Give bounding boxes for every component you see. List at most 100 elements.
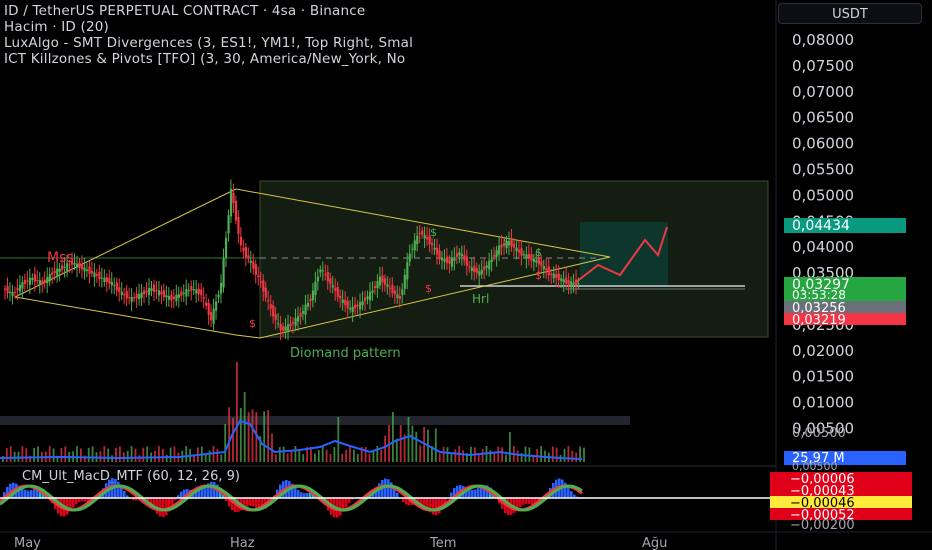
candle-body	[222, 258, 225, 288]
candle-body	[443, 258, 446, 262]
candle-body	[359, 302, 362, 310]
candle-body	[463, 254, 466, 261]
volume-bar	[329, 453, 332, 462]
candle-body	[376, 281, 379, 289]
volume-bar	[384, 435, 386, 462]
candle-body	[237, 217, 240, 234]
smt-indicator-label[interactable]: LuxAlgo - SMT Divergences (3, ES1!, YM1!…	[4, 35, 413, 51]
volume-bar	[411, 425, 414, 462]
candle-body	[259, 281, 262, 283]
candle-body	[272, 305, 275, 317]
volume-bar	[173, 446, 176, 462]
oscillator-label: CM_Ult_MacD_MTF (60, 12, 26, 9)	[22, 469, 240, 484]
candle-body	[510, 238, 513, 247]
candle-body	[13, 291, 17, 293]
candle-body	[58, 268, 61, 272]
candle-body	[110, 281, 113, 286]
volume-bar	[76, 446, 78, 462]
candle-body	[95, 274, 99, 276]
target-price-tag: 0,04434	[792, 218, 850, 234]
candle-body	[421, 230, 424, 235]
candle-body	[440, 257, 444, 261]
candle-body	[480, 269, 483, 275]
chart-title[interactable]: ID / TetherUS PERPETUAL CONTRACT · 4sa ·…	[4, 3, 365, 19]
candle-body	[242, 247, 245, 251]
oscillator-bar	[117, 481, 120, 498]
volume-bar	[493, 453, 496, 462]
candle-body	[401, 289, 404, 295]
candle-body	[16, 287, 19, 291]
price-scale-label: 0,01500	[792, 368, 854, 386]
oscillator-bar	[213, 482, 216, 498]
candle-body	[411, 248, 414, 250]
candle-body	[56, 268, 59, 276]
price-scale-label: 0,06500	[792, 109, 854, 127]
candle-body	[371, 290, 374, 293]
volume-bar	[407, 417, 410, 462]
candle-body	[468, 266, 471, 268]
time-label-haz: Haz	[230, 536, 255, 550]
candle-body	[577, 283, 580, 285]
volume-bar	[395, 438, 398, 462]
candle-body	[381, 275, 384, 283]
candle-body	[274, 314, 277, 320]
candle-body	[287, 324, 290, 331]
candle-body	[408, 253, 411, 262]
candle-body	[135, 294, 138, 299]
volume-indicator-label[interactable]: Hacim · ID (20)	[4, 19, 109, 35]
candle-body	[520, 248, 523, 256]
candle-body	[346, 300, 349, 309]
candle-body	[43, 279, 46, 283]
candle-body	[475, 268, 478, 273]
candle-body	[378, 276, 382, 286]
candle-body	[103, 277, 106, 283]
oscillator-bar	[477, 488, 480, 498]
candle-body	[48, 274, 51, 282]
candle-body	[6, 285, 9, 294]
oscillator-bar	[201, 488, 204, 498]
candle-body	[18, 284, 22, 292]
candle-body	[326, 272, 329, 282]
oscillator-bar	[525, 498, 528, 504]
candle-body	[517, 249, 521, 253]
volume-bar	[450, 454, 453, 462]
candle-body	[277, 322, 280, 324]
time-label-tem: Tem	[429, 536, 456, 550]
candle-body	[138, 293, 141, 300]
volume-bar	[516, 450, 519, 462]
candle-body	[319, 269, 322, 273]
killzones-indicator-label[interactable]: ICT Killzones & Pivots [TFO] (3, 30, Ame…	[4, 51, 405, 67]
volume-bar	[505, 454, 507, 462]
price-scale[interactable]: 0,08000 0,07500 0,07000 0,06500 0,06000 0,055…	[792, 31, 854, 438]
candle-body	[473, 266, 476, 273]
candle-body	[547, 266, 550, 276]
candle-body	[36, 280, 39, 282]
candle-body	[267, 300, 270, 302]
candle-body	[431, 242, 434, 246]
triangle-zone	[259, 180, 769, 338]
candle-body	[133, 297, 136, 299]
candle-body	[85, 269, 89, 272]
candle-body	[155, 290, 158, 292]
volume-bar	[364, 446, 367, 462]
candle-body	[100, 277, 104, 279]
candle-body	[316, 276, 320, 282]
price-scale-label: 0,05500	[792, 161, 854, 179]
price-scale-label: 0,06000	[792, 135, 854, 153]
candle-body	[388, 287, 392, 289]
candle-body	[224, 237, 228, 259]
candle-body	[162, 290, 166, 298]
candle-body	[130, 297, 133, 302]
candle-body	[314, 281, 317, 295]
currency-button[interactable]: USDT	[778, 3, 922, 24]
candle-body	[190, 285, 193, 291]
oscillator-bar	[387, 479, 390, 498]
volume-bar	[524, 446, 527, 462]
dollar-marker-1: $	[249, 317, 256, 330]
volume-bar	[236, 362, 238, 462]
candle-body	[455, 253, 459, 258]
candle-body	[215, 301, 218, 311]
candle-body	[167, 296, 171, 300]
level2-tag: 0,03219	[792, 313, 846, 328]
price-chart[interactable]: Mss Diomand pattern Hrl $ $ $ $ $ $ CM_U…	[0, 0, 932, 550]
